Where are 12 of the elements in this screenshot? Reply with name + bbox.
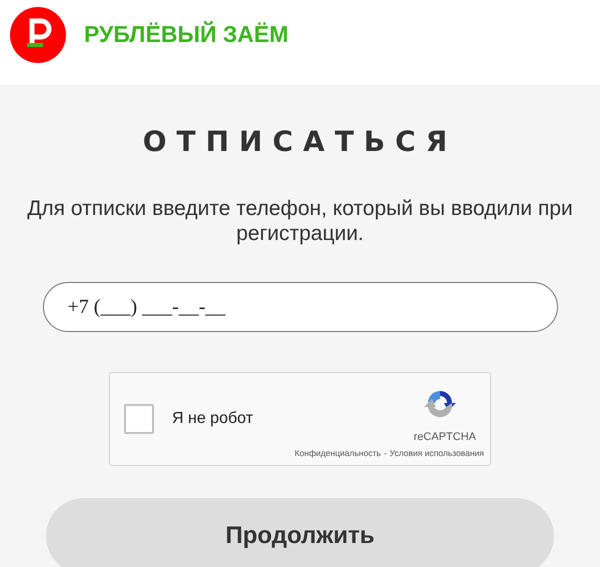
- ruble-logo-icon: [10, 6, 66, 62]
- captcha-label: Я не робот: [172, 410, 254, 428]
- recaptcha-brand: reCAPTCHA: [414, 431, 476, 443]
- terms-link[interactable]: Условия использования: [390, 448, 484, 458]
- continue-button[interactable]: Продолжить: [46, 498, 554, 567]
- description: Для отписки введите телефон, который вы вводили при регистрации.: [26, 196, 574, 246]
- brand-name: РУБЛЁВЫЙ ЗАЁМ: [84, 21, 288, 48]
- phone-field[interactable]: +7 (___) ___-__-__: [42, 282, 558, 332]
- captcha-checkbox[interactable]: [124, 404, 154, 434]
- page-title: ОТПИСАТЬСЯ: [142, 125, 458, 158]
- privacy-link[interactable]: Конфиденциальность: [294, 448, 381, 458]
- link-separator: -: [384, 448, 387, 458]
